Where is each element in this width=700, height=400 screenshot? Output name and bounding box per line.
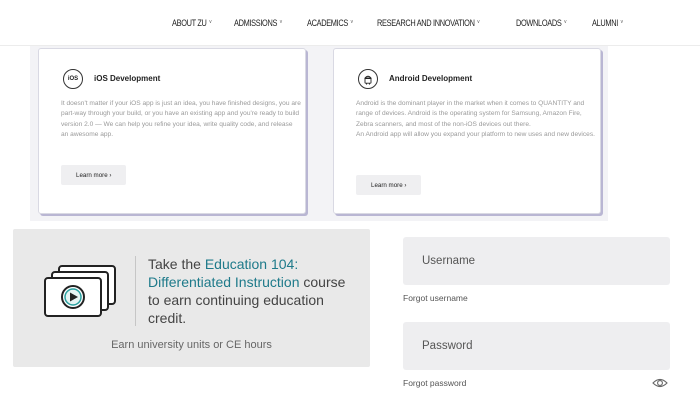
promo-subtext: Earn university units or CE hours xyxy=(111,339,272,351)
username-input[interactable] xyxy=(403,237,670,285)
promo-headline: Take the Education 104: Differentiated I… xyxy=(148,255,358,327)
video-course-icon xyxy=(44,265,116,317)
password-input[interactable] xyxy=(403,322,670,370)
android-development-card: Android Development Android is the domin… xyxy=(333,48,601,214)
nav-menu: ABOUT ZU ˅ ADMISSIONS ˅ ACADEMICS ˅ RESE… xyxy=(172,18,629,28)
chevron-down-icon: ˅ xyxy=(563,20,567,26)
android-learn-more-button[interactable]: Learn more › xyxy=(356,175,422,195)
android-icon xyxy=(358,69,378,89)
forgot-username-link[interactable]: Forgot username xyxy=(403,293,468,303)
chevron-down-icon: ˅ xyxy=(619,20,623,26)
nav-item-academics[interactable]: ACADEMICS ˅ xyxy=(307,18,353,28)
chevron-down-icon: ˅ xyxy=(279,20,283,26)
chevron-down-icon: ˅ xyxy=(350,20,353,26)
promo-divider xyxy=(135,256,136,326)
chevron-down-icon: ˅ xyxy=(209,20,212,26)
ios-learn-more-button[interactable]: Learn more › xyxy=(61,165,127,185)
card-title: iOS Development xyxy=(94,74,161,83)
ios-development-card: iOS iOS Development It doesn't matter if… xyxy=(38,48,306,214)
nav-item-alumni[interactable]: ALUMNI ˅ xyxy=(592,18,623,28)
nav-item-label: ADMISSIONS xyxy=(234,18,278,28)
nav-item-label: ALUMNI xyxy=(591,18,618,28)
nav-item-about[interactable]: ABOUT ZU ˅ xyxy=(172,18,212,28)
nav-item-research[interactable]: RESEARCH AND INNOVATION ˅ xyxy=(377,18,480,28)
course-promo-banner[interactable]: Take the Education 104: Differentiated I… xyxy=(13,229,370,367)
card-description: It doesn't matter if your iOS app is jus… xyxy=(61,100,301,139)
nav-item-downloads[interactable]: DOWNLOADS ˅ xyxy=(516,18,567,28)
card-description: Android is the dominant player in the ma… xyxy=(356,99,596,141)
top-navigation: ABOUT ZU ˅ ADMISSIONS ˅ ACADEMICS ˅ RESE… xyxy=(0,0,700,46)
forgot-password-link[interactable]: Forgot password xyxy=(403,378,466,388)
promo-text-pre: Take the xyxy=(148,256,205,272)
nav-item-label: RESEARCH AND INNOVATION xyxy=(376,18,475,28)
card-description-line: An Android app will allow you expand you… xyxy=(356,131,595,139)
ios-icon: iOS xyxy=(63,69,83,89)
nav-item-label: ACADEMICS xyxy=(306,18,348,28)
nav-item-admissions[interactable]: ADMISSIONS ˅ xyxy=(234,18,282,28)
chevron-down-icon: ˅ xyxy=(476,20,480,26)
nav-item-label: DOWNLOADS xyxy=(516,18,562,28)
nav-item-label: ABOUT ZU xyxy=(172,18,207,28)
card-description-line: Android is the dominant player in the ma… xyxy=(356,100,585,128)
card-title: Android Development xyxy=(389,74,473,83)
eye-icon[interactable] xyxy=(652,377,668,389)
